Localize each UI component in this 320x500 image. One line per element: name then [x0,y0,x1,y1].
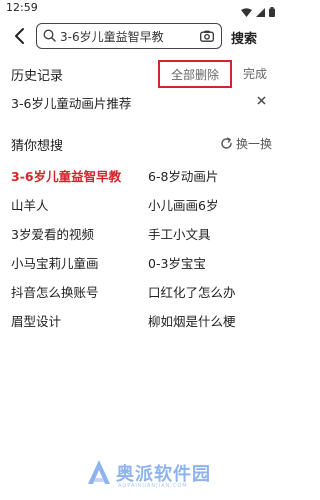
guess-item[interactable]: 6-8岁动画片 [148,166,218,185]
guess-header: 猜你想搜 换一换 [0,132,281,156]
search-button[interactable]: 搜索 [231,28,257,47]
history-title: 历史记录 [11,69,64,84]
refresh-button[interactable]: 换一换 [220,135,272,152]
guess-item[interactable]: 0-3岁宝宝 [148,253,206,272]
guess-item[interactable]: 3岁爱看的视频 [11,224,94,243]
done-button[interactable]: 完成 [243,65,267,82]
guess-item[interactable]: 抖音怎么换账号 [11,282,99,301]
guess-item[interactable]: 眉型设计 [11,311,61,330]
guess-item[interactable]: 手工小文具 [148,224,211,243]
watermark-subtext: AOPAIRUANJIAN.COM [118,483,188,489]
status-bar: 12:59 [0,0,281,17]
refresh-label: 换一换 [236,137,273,151]
status-time: 12:59 [6,1,38,14]
back-button[interactable] [8,24,30,48]
delete-all-label: 全部删除 [170,67,219,82]
guess-title: 猜你想搜 [11,139,64,154]
guess-item[interactable]: 柳如烟是什么梗 [148,311,236,330]
status-icons [241,2,275,21]
back-arrow-icon [15,28,24,44]
history-item-label: 3-6岁儿童动画片推荐 [11,96,132,111]
watermark: 奥派软件园 AOPAIRUANJIAN.COM [86,456,266,492]
search-input[interactable]: 3-6岁儿童益智早教 [36,23,222,49]
search-icon [43,27,56,46]
search-query[interactable]: 3-6岁儿童益智早教 [60,28,199,45]
history-item[interactable]: 3-6岁儿童动画片推荐 [0,90,281,114]
guess-item[interactable]: 小马宝莉儿童画 [11,253,99,272]
guess-item[interactable]: 3-6岁儿童益智早教 [11,166,121,185]
watermark-logo-icon [88,460,110,484]
delete-all-button[interactable]: 全部删除 [158,60,232,88]
wifi-icon [241,2,252,21]
refresh-icon [221,137,232,149]
close-icon[interactable] [254,93,268,107]
signal-icon [256,2,265,21]
guess-item[interactable]: 口红化了怎么办 [148,282,236,301]
history-header: 历史记录 全部删除 完成 [0,60,281,88]
camera-icon[interactable] [199,28,215,44]
guess-item[interactable]: 小儿画画6岁 [148,195,218,214]
search-bar-row: 3-6岁儿童益智早教 搜索 [0,20,281,54]
guess-item[interactable]: 山羊人 [11,195,49,214]
battery-icon [269,2,275,21]
